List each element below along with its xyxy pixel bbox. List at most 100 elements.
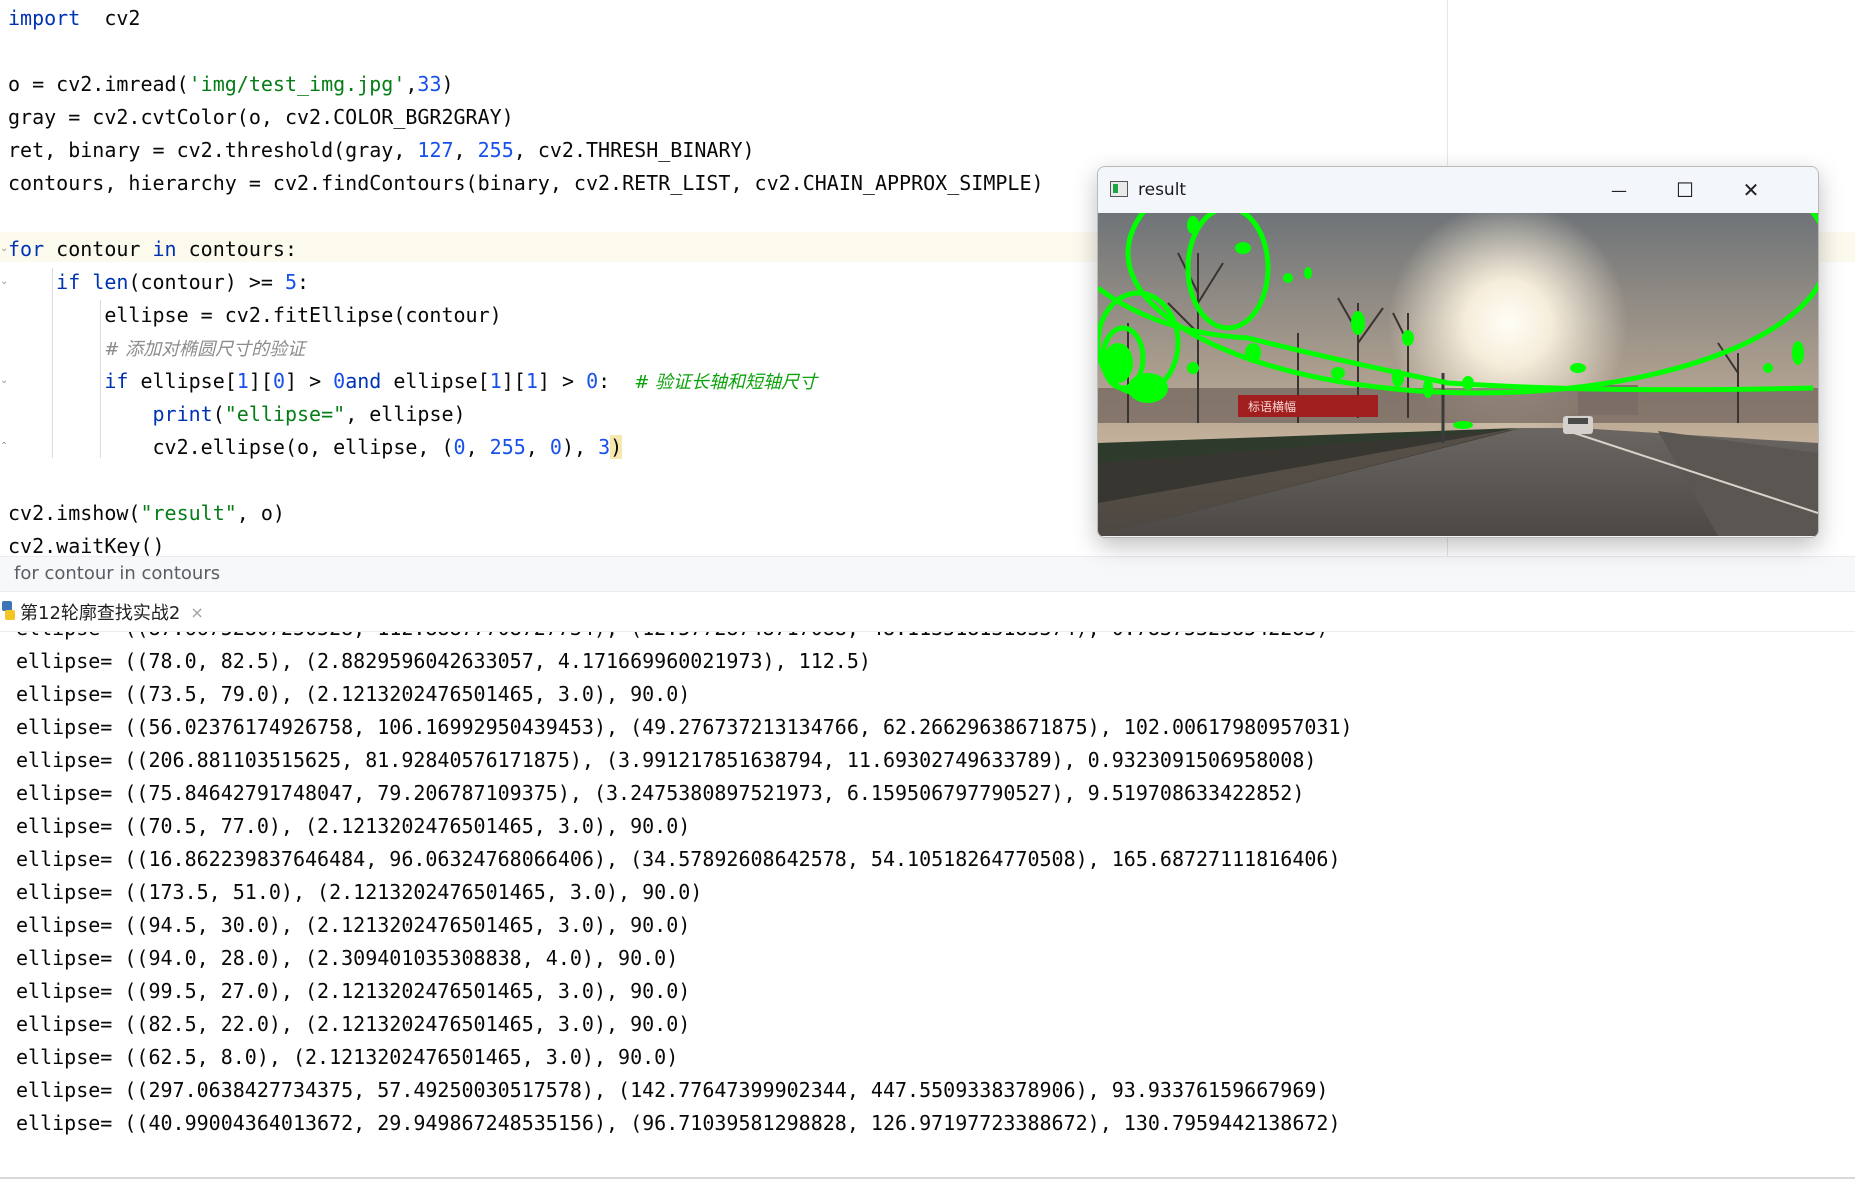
result-window[interactable]: result — ☐ ✕ 标语横幅 — [1097, 166, 1819, 538]
code-text: cv2.waitKey() — [8, 534, 165, 556]
code-text: contours: — [176, 237, 298, 261]
code-text: , — [405, 72, 418, 96]
console-line: ellipse= ((297.0638427734375, 57.4925003… — [16, 1078, 1329, 1102]
code-line[interactable]: ellipse = cv2.fitEllipse(contour) — [8, 299, 502, 332]
code-keyword: len — [92, 270, 129, 294]
console-line: ellipse= ((56.02376174926758, 106.169929… — [16, 715, 1353, 739]
breadcrumb[interactable]: for contour in contours — [0, 556, 1855, 592]
console-line: ellipse= ((206.881103515625, 81.92840576… — [16, 748, 1317, 772]
code-comment: # 验证长轴和短轴尺寸 — [634, 372, 818, 393]
code-text: ) — [610, 435, 623, 459]
window-titlebar[interactable]: result — ☐ ✕ — [1098, 167, 1818, 213]
svg-text:标语横幅: 标语横幅 — [1248, 399, 1296, 414]
code-line[interactable]: for contour in contours: — [8, 233, 297, 266]
run-console[interactable]: ellipse= ((87.66752807250528, 112.888777… — [0, 632, 1855, 1179]
code-line[interactable]: o = cv2.imread('img/test_img.jpg',33) — [8, 68, 454, 101]
console-line: ellipse= ((82.5, 22.0), (2.1213202476501… — [16, 1012, 691, 1036]
code-keyword: if — [56, 270, 81, 294]
code-text: ][ — [501, 369, 526, 393]
code-text: cv2 — [80, 6, 141, 30]
code-number: 1 — [525, 369, 538, 393]
code-string: 'img/test_img.jpg' — [188, 72, 406, 96]
code-keyword: print — [152, 402, 213, 426]
code-number: 3 — [598, 435, 611, 459]
code-number: 5 — [284, 270, 298, 294]
code-text: ret, binary = cv2.threshold(gray, — [8, 138, 418, 162]
code-number: 0 — [453, 435, 466, 459]
code-line[interactable]: import cv2 — [8, 2, 140, 35]
maximize-button[interactable]: ☐ — [1652, 167, 1718, 213]
console-line: ellipse= ((70.5, 77.0), (2.1213202476501… — [16, 814, 691, 838]
code-number: 255 — [477, 138, 514, 162]
code-number: 255 — [489, 435, 526, 459]
code-number: 0 — [333, 369, 346, 393]
code-text: ellipse = cv2.fitEllipse(contour) — [8, 303, 502, 327]
code-text: contours, hierarchy = cv2.findContours(b… — [8, 171, 1044, 195]
code-text: , — [465, 435, 490, 459]
console-line: ellipse= ((94.0, 28.0), (2.3094010353088… — [16, 946, 679, 970]
code-line[interactable]: gray = cv2.cvtColor(o, cv2.COLOR_BGR2GRA… — [8, 101, 514, 134]
code-text: ( — [212, 402, 225, 426]
code-keyword: and — [345, 369, 382, 393]
console-line: ellipse= ((40.99004364013672, 29.9498672… — [16, 1111, 1341, 1135]
console-line: ellipse= ((99.5, 27.0), (2.1213202476501… — [16, 979, 691, 1003]
console-line: ellipse= ((73.5, 79.0), (2.1213202476501… — [16, 682, 691, 706]
code-text: cv2.ellipse(o, ellipse, ( — [8, 435, 454, 459]
code-string: "result" — [140, 501, 237, 525]
code-line[interactable]: contours, hierarchy = cv2.findContours(b… — [8, 167, 1044, 200]
code-keyword: import — [8, 6, 81, 30]
code-text: gray = cv2.cvtColor(o, cv2.COLOR_BGR2GRA… — [8, 105, 514, 129]
code-text: , o) — [236, 501, 285, 525]
console-line: ellipse= ((75.84642791748047, 79.2067871… — [16, 781, 1305, 805]
code-text: , — [453, 138, 478, 162]
code-text: (contour) >= — [128, 270, 285, 294]
window-app-icon — [1110, 181, 1128, 197]
code-line[interactable]: cv2.imshow("result", o) — [8, 497, 285, 530]
code-text: ellipse[ — [128, 369, 237, 393]
code-text: , cv2.THRESH_BINARY) — [513, 138, 755, 162]
window-title: result — [1138, 180, 1187, 200]
code-string: "ellipse=" — [224, 402, 346, 426]
code-line[interactable]: cv2.waitKey() — [8, 530, 165, 556]
code-line[interactable]: # 添加对椭圆尺寸的验证 — [8, 332, 305, 365]
python-file-icon — [2, 601, 15, 623]
code-text: ellipse[ — [381, 369, 490, 393]
code-line[interactable]: print("ellipse=", ellipse) — [8, 398, 466, 431]
code-number: 0 — [272, 369, 285, 393]
code-keyword: if — [104, 369, 129, 393]
code-number: 33 — [417, 72, 442, 96]
minimize-button[interactable]: — — [1586, 167, 1652, 213]
console-line: ellipse= ((16.862239837646484, 96.063247… — [16, 847, 1341, 871]
code-line[interactable]: cv2.ellipse(o, ellipse, (0, 255, 0), 3) — [8, 431, 623, 464]
code-number: 1 — [489, 369, 502, 393]
code-text: ][ — [248, 369, 273, 393]
code-text: : — [297, 270, 310, 294]
code-number: 1 — [236, 369, 249, 393]
result-image: 标语横幅 — [1098, 213, 1818, 536]
run-tab[interactable]: 第12轮廓查找实战2 × — [0, 592, 210, 632]
console-line: ellipse= ((78.0, 82.5), (2.8829596042633… — [16, 649, 871, 673]
code-line[interactable]: ret, binary = cv2.threshold(gray, 127, 2… — [8, 134, 755, 167]
run-tab-bar: 第12轮廓查找实战2 × — [0, 592, 1855, 632]
code-number: 0 — [586, 369, 599, 393]
code-text: ) — [441, 72, 454, 96]
console-line: ellipse= ((94.5, 30.0), (2.1213202476501… — [16, 913, 691, 937]
code-text: ] > — [284, 369, 334, 393]
code-line[interactable]: if ellipse[1][0] > 0and ellipse[1][1] > … — [8, 365, 817, 398]
code-line[interactable]: if len(contour) >= 5: — [8, 266, 309, 299]
code-number: 0 — [549, 435, 562, 459]
close-icon[interactable]: × — [190, 603, 203, 622]
code-text: o = cv2.imread( — [8, 72, 189, 96]
close-button[interactable]: ✕ — [1718, 167, 1784, 213]
code-number: 127 — [417, 138, 454, 162]
code-comment: # 添加对椭圆尺寸的验证 — [104, 339, 306, 360]
code-text: : — [598, 369, 635, 393]
run-tab-label: 第12轮廓查找实战2 — [20, 603, 181, 624]
code-keyword: for — [8, 237, 45, 261]
breadcrumb-item[interactable]: for contour in contours — [14, 557, 220, 591]
code-keyword: in — [152, 237, 177, 261]
